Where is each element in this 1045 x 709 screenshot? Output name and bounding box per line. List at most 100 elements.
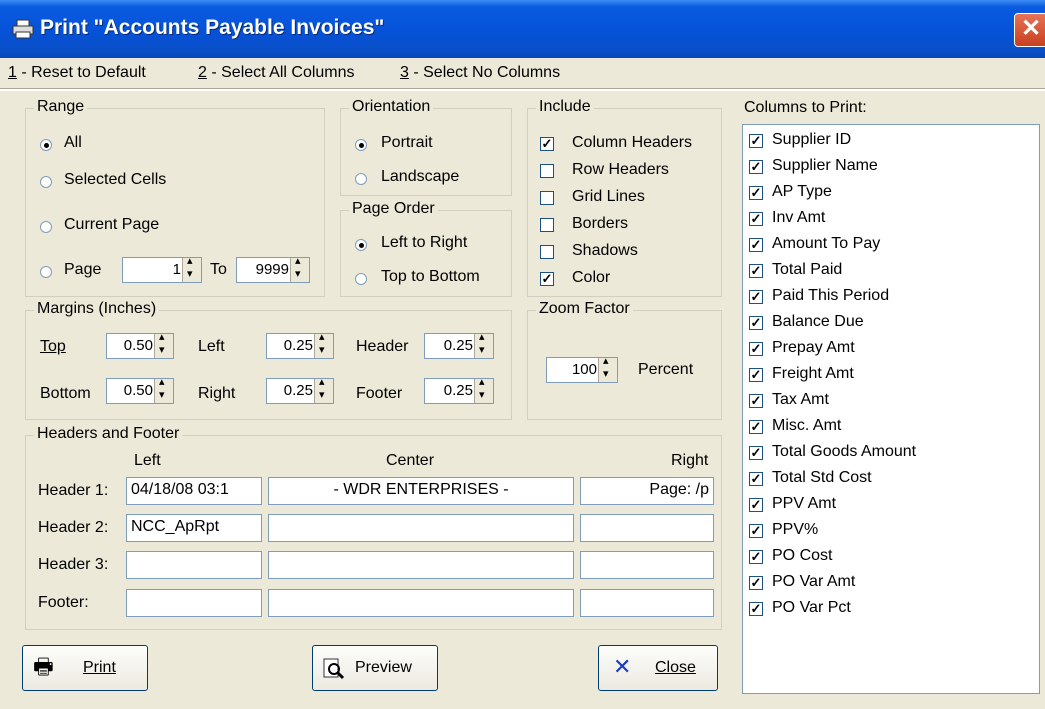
list-item-checkbox[interactable]: ✓ <box>749 160 763 174</box>
page-to-label: To <box>210 261 227 278</box>
margin-top-spinner[interactable]: 0.50 <box>106 330 174 359</box>
list-item-checkbox[interactable]: ✓ <box>749 550 763 564</box>
left-to-right-radio[interactable] <box>355 239 367 251</box>
margin-right-spinner[interactable]: 0.25 <box>266 375 334 404</box>
list-item-label: Total Paid <box>772 261 843 278</box>
margin-left-label: Left <box>198 338 225 355</box>
margin-top-value: 0.50 <box>123 337 153 354</box>
spin-arrows[interactable] <box>314 330 333 358</box>
margin-header-spinner[interactable]: 0.25 <box>424 330 494 359</box>
margin-header-label: Header <box>356 338 409 355</box>
list-item-checkbox[interactable]: ✓ <box>749 316 763 330</box>
row-headers-label: Row Headers <box>572 161 669 178</box>
header2-right-field[interactable] <box>580 514 714 542</box>
zoom-title: Zoom Factor <box>536 300 633 318</box>
header1-left-field[interactable]: 04/18/08 03:1 <box>126 477 262 505</box>
include-title: Include <box>536 98 594 116</box>
list-item-checkbox[interactable]: ✓ <box>749 576 763 590</box>
footer-right-field[interactable] <box>580 589 714 617</box>
spin-arrows[interactable] <box>154 375 173 403</box>
columns-list[interactable]: ✓ Supplier ID ✓ Supplier Name ✓ AP Type ✓ In… <box>742 124 1040 694</box>
list-item-checkbox[interactable]: ✓ <box>749 264 763 278</box>
header1-right-field[interactable]: Page: /p <box>580 477 714 505</box>
list-item-label: Total Goods Amount <box>772 443 917 460</box>
top-to-bottom-radio[interactable] <box>355 273 367 285</box>
printer-icon <box>12 19 34 39</box>
list-item-checkbox[interactable]: ✓ <box>749 342 763 356</box>
list-item-checkbox[interactable]: ✓ <box>749 524 763 538</box>
margins-title: Margins (Inches) <box>34 300 160 318</box>
color-checkbox[interactable]: ✓ <box>540 272 554 286</box>
margin-bottom-value: 0.50 <box>123 382 153 399</box>
spin-arrows[interactable] <box>182 254 201 282</box>
list-item-checkbox[interactable]: ✓ <box>749 212 763 226</box>
col-right-label: Right <box>671 452 709 469</box>
menu-bar: 1 - Reset to Default 2 - Select All Colu… <box>0 58 1045 88</box>
list-item-checkbox[interactable]: ✓ <box>749 394 763 408</box>
margin-bottom-spinner[interactable]: 0.50 <box>106 375 174 404</box>
spin-arrows[interactable] <box>474 330 493 358</box>
zoom-spinner[interactable]: 100 <box>546 354 618 383</box>
orientation-title: Orientation <box>349 98 434 116</box>
column-headers-checkbox[interactable]: ✓ <box>540 137 554 151</box>
margin-left-spinner[interactable]: 0.25 <box>266 330 334 359</box>
list-item-checkbox[interactable]: ✓ <box>749 290 763 304</box>
list-item-checkbox[interactable]: ✓ <box>749 186 763 200</box>
list-item-label: PO Var Pct <box>772 599 851 616</box>
preview-button[interactable]: Preview <box>312 645 438 691</box>
list-item-checkbox[interactable]: ✓ <box>749 134 763 148</box>
list-item-checkbox[interactable]: ✓ <box>749 602 763 616</box>
header1-label: Header 1: <box>38 482 109 499</box>
list-item-label: Supplier Name <box>772 157 878 174</box>
header3-left-field[interactable] <box>126 551 262 579</box>
menu-select-no-columns[interactable]: 3 - Select No Columns <box>400 64 560 82</box>
menu-select-all-columns[interactable]: 2 - Select All Columns <box>198 64 355 82</box>
header2-left-field[interactable]: NCC_ApRpt <box>126 514 262 542</box>
spin-arrows[interactable] <box>474 375 493 403</box>
margin-footer-spinner[interactable]: 0.25 <box>424 375 494 404</box>
close-button[interactable]: ✕ Close <box>598 645 718 691</box>
list-item-label: Total Std Cost <box>772 469 872 486</box>
header3-label: Header 3: <box>38 556 109 573</box>
list-item-checkbox[interactable]: ✓ <box>749 498 763 512</box>
header2-center-field[interactable] <box>268 514 574 542</box>
range-page-radio[interactable] <box>40 266 52 278</box>
footer-left-field[interactable] <box>126 589 262 617</box>
list-item-label: Freight Amt <box>772 365 854 382</box>
shadows-checkbox[interactable] <box>540 245 554 259</box>
row-headers-checkbox[interactable] <box>540 164 554 178</box>
borders-checkbox[interactable] <box>540 218 554 232</box>
grid-lines-checkbox[interactable] <box>540 191 554 205</box>
page-from-spinner[interactable]: 1 <box>122 254 202 283</box>
spin-arrows[interactable] <box>154 330 173 358</box>
spin-arrows[interactable] <box>598 354 617 382</box>
list-item-label: Misc. Amt <box>772 417 842 434</box>
portrait-radio[interactable] <box>355 139 367 151</box>
list-item-checkbox[interactable]: ✓ <box>749 446 763 460</box>
range-current-page-radio[interactable] <box>40 221 52 233</box>
headers-footer-title: Headers and Footer <box>34 425 183 443</box>
page-to-spinner[interactable]: 9999 <box>236 254 310 283</box>
headers-footer-group: Headers and Footer Left Center Right Hea… <box>25 425 722 630</box>
margin-right-label: Right <box>198 385 236 402</box>
spin-arrows[interactable] <box>314 375 333 403</box>
spin-arrows[interactable] <box>290 254 309 282</box>
print-button[interactable]: 🖶 Print <box>22 645 148 691</box>
landscape-radio[interactable] <box>355 173 367 185</box>
left-to-right-label: Left to Right <box>381 234 468 251</box>
top-to-bottom-label: Top to Bottom <box>381 268 480 285</box>
header3-right-field[interactable] <box>580 551 714 579</box>
header1-center-field[interactable]: - WDR ENTERPRISES - <box>268 477 574 505</box>
magnifier-icon <box>323 658 345 680</box>
range-selected-cells-radio[interactable] <box>40 176 52 188</box>
list-item-checkbox[interactable]: ✓ <box>749 472 763 486</box>
list-item-checkbox[interactable]: ✓ <box>749 368 763 382</box>
list-item-checkbox[interactable]: ✓ <box>749 420 763 434</box>
list-item-label: Supplier ID <box>772 131 852 148</box>
header3-center-field[interactable] <box>268 551 574 579</box>
menu-reset-default[interactable]: 1 - Reset to Default <box>8 64 146 82</box>
close-icon[interactable]: ✕ <box>1014 13 1045 47</box>
range-all-radio[interactable] <box>40 139 52 151</box>
footer-center-field[interactable] <box>268 589 574 617</box>
list-item-checkbox[interactable]: ✓ <box>749 238 763 252</box>
